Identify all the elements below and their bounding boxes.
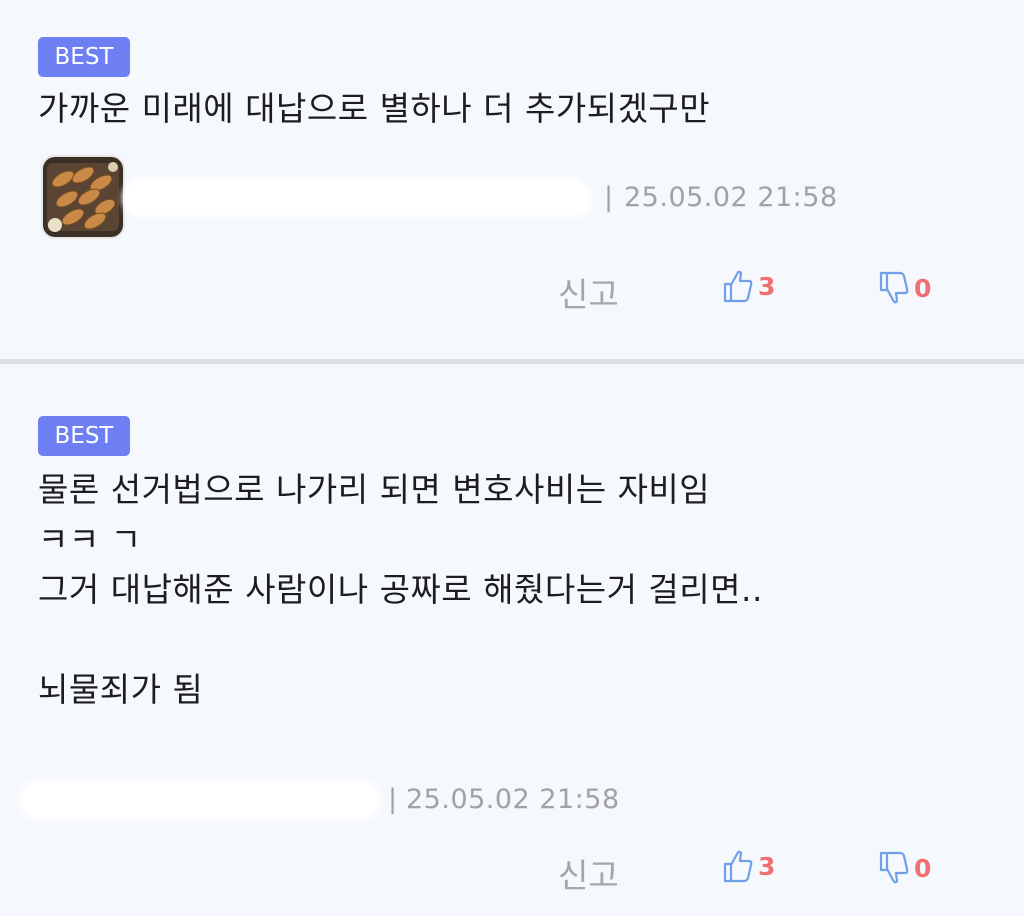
thumbs-down-icon — [879, 851, 909, 884]
comment-date: 25.05.02 21:58 — [406, 784, 620, 815]
report-button[interactable]: 신고 — [558, 268, 619, 316]
thumbs-down-icon — [879, 271, 909, 304]
report-button[interactable]: 신고 — [558, 849, 619, 897]
dislike-count: 0 — [914, 853, 932, 883]
like-count: 3 — [758, 271, 776, 301]
comment-item: BEST 가까운 미래에 대납으로 별하나 더 추가되겠구만 | 25.05.0… — [0, 0, 1024, 360]
masked-author-name — [20, 780, 380, 820]
comment-text: 가까운 미래에 대납으로 별하나 더 추가되겠구만 — [38, 89, 711, 128]
comment-divider — [0, 359, 1024, 364]
thumbs-up-icon — [723, 850, 753, 883]
thumbs-up-icon — [723, 270, 753, 303]
dislike-button[interactable]: 0 — [878, 850, 931, 886]
like-button[interactable]: 3 — [722, 848, 775, 884]
masked-author-name — [122, 178, 592, 218]
avatar[interactable] — [41, 155, 125, 239]
comment-text: 물론 선거법으로 나가리 되면 변호사비는 자비임 ㅋㅋ ㄱ 그거 대납해준 사… — [38, 470, 763, 709]
comment-item: BEST 물론 선거법으로 나가리 되면 변호사비는 자비임 ㅋㅋ ㄱ 그거 대… — [0, 366, 1024, 916]
meta-separator: | — [604, 182, 614, 213]
like-count: 3 — [758, 851, 776, 881]
avatar-food-image — [43, 157, 123, 237]
best-badge: BEST — [38, 416, 130, 456]
like-button[interactable]: 3 — [722, 268, 775, 304]
comment-date: 25.05.02 21:58 — [624, 182, 838, 213]
best-badge: BEST — [38, 37, 130, 77]
meta-separator: | — [388, 784, 398, 815]
dislike-count: 0 — [914, 273, 932, 303]
dislike-button[interactable]: 0 — [878, 270, 931, 306]
